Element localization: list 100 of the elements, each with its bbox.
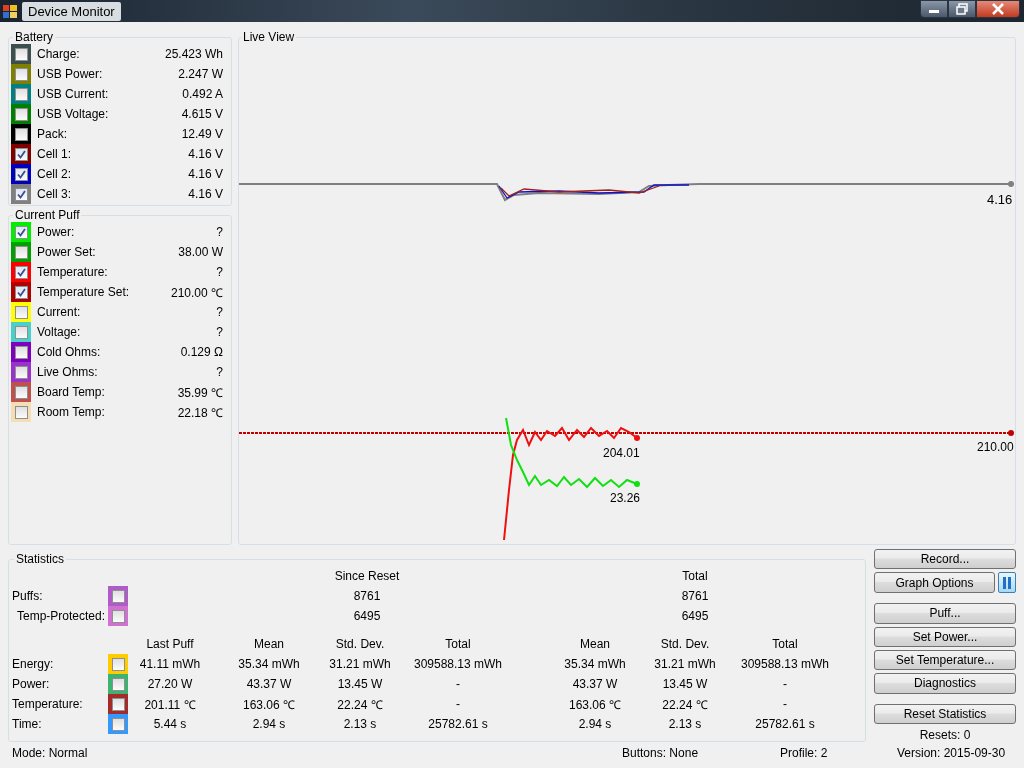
table-cell-text: 22.24 ℃: [662, 696, 708, 713]
row-label: Energy:: [12, 657, 55, 671]
field-value: 4.16 V: [188, 167, 223, 181]
field-value: 22.18 ℃: [177, 404, 223, 421]
field-value: 35.99 ℃: [177, 384, 223, 401]
record-button[interactable]: Record...: [874, 549, 1016, 570]
row-label: Time:: [12, 717, 43, 731]
field-label: USB Voltage:: [37, 107, 110, 121]
row-label: Power:: [12, 677, 51, 691]
table-cell: 25782.61 s: [428, 717, 488, 731]
table-cell: 13.45 W: [662, 677, 708, 691]
table-cell: 2.94 s: [578, 717, 612, 731]
group-title: Current Puff: [14, 208, 81, 222]
column-header: Std. Dev.: [335, 637, 385, 653]
field-value: ?: [216, 265, 223, 279]
table-cell: 6495: [353, 609, 381, 623]
field-value: 0.129 Ω: [180, 345, 223, 359]
resets-count: Resets: 0: [919, 727, 971, 742]
table-cell-text: 201.11 ℃: [144, 696, 196, 713]
field-label: USB Power:: [37, 67, 104, 81]
field-label: Voltage:: [37, 325, 82, 339]
table-cell: 2.13 s: [343, 717, 377, 731]
table-cell: -: [783, 677, 787, 691]
field-label: Temperature Set:: [37, 285, 131, 299]
minimize-button[interactable]: [920, 0, 948, 18]
restore-button[interactable]: [948, 0, 976, 18]
column-header: Mean: [580, 637, 610, 653]
table-cell: 2.94 s: [252, 717, 286, 731]
table-cell: 8761: [353, 589, 381, 603]
pause-icon: [1003, 576, 1011, 589]
field-value: ?: [216, 365, 223, 379]
row-label: Temp-Protected:: [17, 609, 107, 623]
value-label: 23.26: [610, 491, 641, 505]
field-value: ?: [216, 305, 223, 319]
table-cell: 41.11 mWh: [139, 657, 201, 671]
table-cell: 309588.13 mWh: [740, 657, 830, 671]
group-title: Statistics: [15, 552, 65, 566]
column-header: Std. Dev.: [660, 637, 710, 653]
table-cell: 43.37 W: [246, 677, 292, 691]
buttons-status: Buttons: None: [622, 746, 700, 760]
field-label: Room Temp:: [37, 405, 106, 419]
group-title: Live View: [242, 30, 296, 44]
restore-icon: [955, 3, 969, 15]
field-label: Power:: [37, 225, 76, 239]
app-icon: [2, 3, 18, 19]
diagnostics-button[interactable]: Diagnostics: [874, 673, 1016, 694]
table-cell: 13.45 W: [337, 677, 383, 691]
table-cell: 309588.13 mWh: [413, 657, 503, 671]
reset-button[interactable]: Reset Statistics: [874, 703, 1016, 724]
table-cell: 31.21 mWh: [654, 657, 716, 671]
column-header: Last Puff: [146, 637, 194, 653]
table-cell-text: 22.24 ℃: [337, 696, 383, 713]
table-cell: 8761: [681, 589, 709, 603]
mode-status: Mode: Normal: [12, 746, 89, 760]
pause-button[interactable]: [998, 572, 1016, 594]
profile-status: Profile: 2: [780, 746, 829, 760]
column-header: Total: [682, 569, 708, 583]
field-label: Cell 3:: [37, 187, 72, 201]
table-cell: 2.13 s: [668, 717, 702, 731]
table-cell: 5.44 s: [153, 717, 187, 731]
field-label: Cold Ohms:: [37, 345, 102, 359]
puff-button[interactable]: Puff...: [874, 603, 1016, 624]
column-header: Total: [445, 637, 471, 653]
value-label: 4.16: [987, 192, 1013, 207]
column-header: Mean: [254, 637, 284, 653]
field-value: 25.423 Wh: [164, 47, 223, 61]
field-value: 0.492 A: [182, 87, 223, 101]
field-value: 210.00 ℃: [170, 284, 223, 301]
field-value: 38.00 W: [178, 245, 223, 259]
table-cell-text: 163.06 ℃: [568, 696, 621, 713]
field-value: ?: [216, 325, 223, 339]
table-cell: 6495: [681, 609, 709, 623]
table-cell: 25782.61 s: [755, 717, 815, 731]
value-label: 204.01: [603, 446, 640, 460]
table-cell: 27.20 W: [147, 677, 193, 691]
graph-button[interactable]: Graph Options: [874, 572, 995, 594]
field-label: Current:: [37, 305, 82, 319]
table-cell-text: 163.06 ℃: [242, 696, 295, 713]
field-label: Cell 2:: [37, 167, 72, 181]
field-value: 12.49 V: [181, 127, 223, 141]
table-cell: -: [456, 677, 460, 691]
field-value: ?: [216, 225, 223, 239]
temperature-button[interactable]: Set Temperature...: [874, 650, 1016, 671]
column-header: Since Reset: [334, 569, 400, 583]
field-label: Charge:: [37, 47, 81, 61]
close-button[interactable]: [976, 0, 1020, 18]
field-label: USB Current:: [37, 87, 110, 101]
field-label: Cell 1:: [37, 147, 72, 161]
value-label: 210.00: [977, 440, 1014, 454]
field-value: 2.247 W: [178, 67, 223, 81]
table-cell: 43.37 W: [572, 677, 618, 691]
field-label: Pack:: [37, 127, 68, 141]
field-value: 4.615 V: [181, 107, 223, 121]
field-label: Temperature:: [37, 265, 109, 279]
row-label: Puffs:: [12, 589, 44, 603]
group-title: Battery: [14, 30, 54, 44]
table-cell: -: [456, 697, 460, 711]
table-cell: 35.34 mWh: [564, 657, 626, 671]
power-button[interactable]: Set Power...: [874, 626, 1016, 647]
field-value: 4.16 V: [188, 187, 223, 201]
